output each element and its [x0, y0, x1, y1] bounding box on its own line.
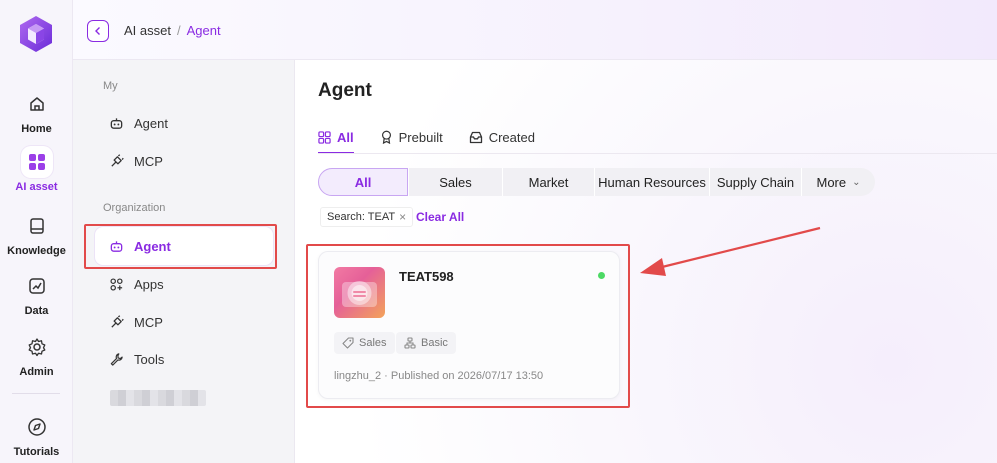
home-icon	[21, 88, 53, 120]
rail-item-label: Tutorials	[13, 446, 60, 458]
rail-item-label: Admin	[19, 366, 54, 378]
rail-item-label: Data	[24, 305, 49, 317]
sidebar-item-my-agent[interactable]: Agent	[95, 104, 273, 142]
apps-icon	[108, 276, 124, 292]
search-filter-chip: Search: TEAT ×	[320, 207, 414, 227]
filter-chip-label: Search: TEAT	[327, 211, 396, 223]
breadcrumb-separator: /	[176, 23, 181, 38]
app-logo[interactable]	[16, 14, 56, 54]
rail-item-label: Knowledge	[7, 245, 66, 257]
award-icon	[380, 130, 393, 144]
sidebar-item-label: MCP	[134, 314, 163, 330]
category-filter: All Sales Market Human Resources Supply …	[318, 168, 875, 196]
clear-all-link[interactable]: Clear All	[416, 210, 464, 224]
rail-item-tutorials[interactable]: Tutorials	[0, 411, 73, 458]
breadcrumb-item-agent: Agent	[186, 23, 221, 38]
tab-label: Prebuilt	[398, 129, 443, 145]
gear-icon	[21, 331, 53, 363]
tab-label: All	[337, 129, 354, 145]
sidebar-item-my-mcp[interactable]: MCP	[95, 142, 273, 180]
sidebar-item-label: MCP	[134, 153, 163, 169]
tabs-divider	[318, 153, 997, 154]
app-rail: Home AI asset Knowledge Data Admin Tutor…	[0, 0, 73, 463]
grid-small-icon	[318, 130, 331, 144]
rail-divider	[12, 393, 60, 394]
tab-all[interactable]: All	[318, 123, 354, 154]
rail-item-data[interactable]: Data	[0, 270, 73, 317]
category-more-label: More	[816, 174, 847, 190]
chevron-down-icon: ⌄	[852, 176, 861, 188]
sidebar-item-org-apps[interactable]: Apps	[95, 265, 273, 303]
wrench-icon	[108, 351, 124, 367]
tab-prebuilt[interactable]: Prebuilt	[380, 123, 443, 151]
sidebar-group-title: Organization	[103, 202, 166, 214]
rail-item-home[interactable]: Home	[0, 88, 73, 135]
category-sales[interactable]: Sales	[408, 168, 502, 196]
tab-created[interactable]: Created	[469, 123, 535, 151]
close-icon[interactable]: ×	[399, 210, 406, 224]
inbox-icon	[469, 131, 483, 144]
plug-icon	[108, 314, 124, 330]
highlight-box-sidebar	[84, 224, 277, 269]
category-all[interactable]: All	[318, 168, 408, 196]
sidebar-item-label: Apps	[134, 276, 164, 292]
sidebar-item-label: Agent	[134, 115, 168, 131]
robot-icon	[108, 115, 124, 131]
top-header: AI asset / Agent	[73, 0, 997, 60]
highlight-box-card	[306, 244, 630, 408]
annotation-arrow-icon	[640, 226, 821, 276]
sidebar-item-label: Tools	[134, 351, 165, 367]
back-button[interactable]	[87, 20, 109, 42]
sidebar-group-title: My	[103, 80, 118, 92]
category-human-resources[interactable]: Human Resources	[594, 168, 709, 196]
redacted-item	[110, 390, 206, 406]
page-title: Agent	[318, 80, 372, 101]
sidebar-item-org-mcp[interactable]: MCP	[95, 303, 273, 341]
chevron-left-icon	[95, 27, 100, 35]
chart-icon	[21, 270, 53, 302]
breadcrumb: AI asset / Agent	[124, 23, 221, 38]
rail-item-admin[interactable]: Admin	[0, 331, 73, 378]
tab-label: Created	[488, 129, 535, 145]
rail-item-knowledge[interactable]: Knowledge	[0, 210, 73, 257]
grid-icon	[20, 146, 53, 178]
category-market[interactable]: Market	[502, 168, 594, 196]
rail-item-label: AI asset	[15, 181, 58, 193]
breadcrumb-item-ai-asset[interactable]: AI asset	[124, 23, 171, 38]
compass-icon	[21, 411, 53, 443]
rail-item-ai-asset[interactable]: AI asset	[0, 146, 73, 193]
agent-tabs: All Prebuilt Created	[318, 123, 561, 154]
category-supply-chain[interactable]: Supply Chain	[709, 168, 801, 196]
rail-item-label: Home	[21, 123, 52, 135]
book-icon	[21, 210, 53, 242]
plug-icon	[108, 153, 124, 169]
sidebar-item-org-tools[interactable]: Tools	[95, 340, 273, 378]
category-more-dropdown[interactable]: More ⌄	[801, 168, 875, 196]
